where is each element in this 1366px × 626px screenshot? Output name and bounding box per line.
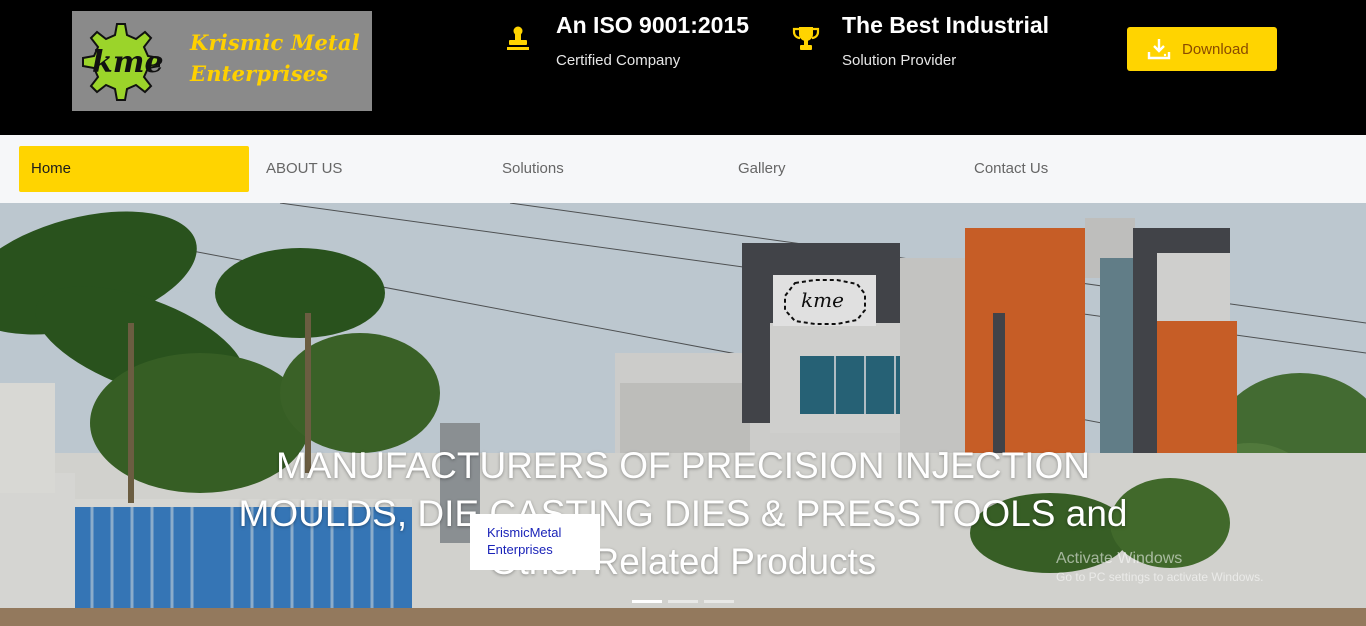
iso-subtitle: Certified Company (556, 52, 681, 69)
hero-caption-box: KrismicMetal Enterprises (470, 514, 600, 570)
main-nav: Home ABOUT US Solutions Gallery Contact … (0, 135, 1366, 203)
nav-item-contact-us[interactable]: Contact Us (974, 146, 1048, 192)
download-label: Download (1182, 40, 1249, 58)
best-title: The Best Industrial (842, 12, 1050, 38)
stamp-icon (507, 26, 529, 50)
carousel-indicator-3[interactable] (704, 600, 734, 603)
caption-line2: Enterprises (487, 542, 553, 557)
nav-item-solutions[interactable]: Solutions (502, 146, 564, 192)
gear-logo-icon: kme (82, 23, 164, 101)
trophy-icon (792, 27, 820, 50)
company-name-line1: Krismic Metal (190, 30, 360, 55)
company-logo[interactable]: kme Krismic Metal Enterprises (72, 11, 372, 111)
nav-item-about-us[interactable]: ABOUT US (266, 146, 342, 192)
activation-watermark: Activate Windows Go to PC settings to ac… (1056, 550, 1263, 584)
download-button[interactable]: Download (1127, 27, 1277, 71)
carousel-indicator-1[interactable] (632, 600, 662, 603)
watermark-line1: Activate Windows (1056, 550, 1183, 567)
nav-item-gallery[interactable]: Gallery (738, 146, 786, 192)
watermark-line2: Go to PC settings to activate Windows. (1056, 570, 1264, 584)
company-name: Krismic Metal Enterprises (190, 27, 360, 89)
caption-line1: KrismicMetal (487, 525, 562, 540)
carousel-indicator-2[interactable] (668, 600, 698, 603)
carousel-indicators (632, 600, 734, 603)
best-subtitle: Solution Provider (842, 52, 957, 69)
download-icon (1147, 39, 1171, 60)
hero-carousel[interactable]: kme MANUFACTURERS OF PRECISION INJECTION… (0, 203, 1366, 626)
svg-text:kme: kme (92, 45, 164, 80)
hero-headline: MANUFACTURERS OF PRECISION INJECTION MOU… (238, 445, 1128, 582)
iso-title: An ISO 9001:2015 (556, 12, 750, 38)
top-header: kme Krismic Metal Enterprises An ISO 900… (0, 0, 1366, 135)
company-name-line2: Enterprises (190, 61, 329, 86)
nav-item-home[interactable]: Home (19, 146, 249, 192)
